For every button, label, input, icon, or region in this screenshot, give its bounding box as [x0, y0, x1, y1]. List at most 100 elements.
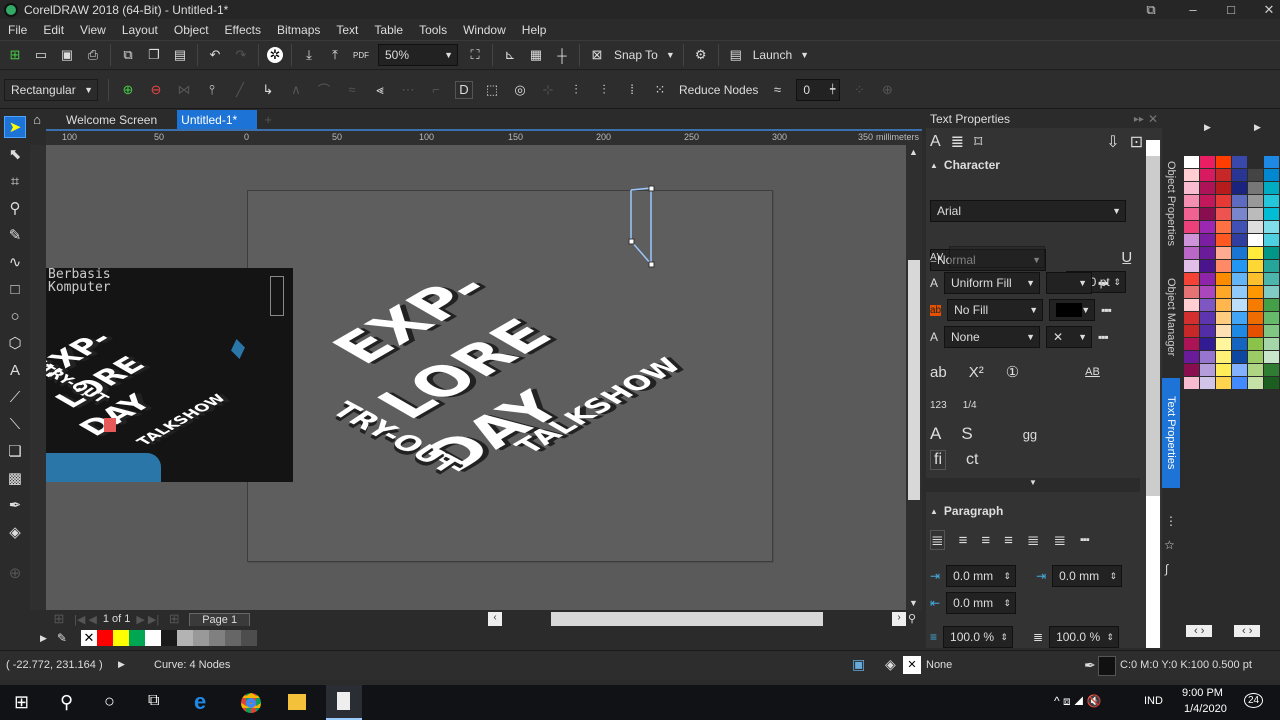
color-swatch[interactable]: [1216, 260, 1231, 272]
color-swatch[interactable]: [1184, 221, 1199, 233]
color-swatch[interactable]: [1184, 312, 1199, 324]
menu-tools[interactable]: Tools: [411, 23, 455, 37]
paragraph-section-header[interactable]: ▲ Paragraph: [930, 504, 1144, 518]
menu-edit[interactable]: Edit: [35, 23, 72, 37]
color-swatch[interactable]: [1264, 182, 1279, 194]
outline-color-swatch[interactable]: [1098, 656, 1116, 676]
vertical-ruler[interactable]: [30, 145, 46, 610]
frame-tab-icon[interactable]: ⌑: [974, 132, 982, 152]
color-swatch[interactable]: [96, 630, 113, 646]
color-swatch[interactable]: [1264, 338, 1279, 350]
palette-scroll-icon[interactable]: ‹ ›: [1234, 625, 1261, 637]
color-swatch[interactable]: [144, 630, 161, 646]
color-swatch[interactable]: [1216, 299, 1231, 311]
color-swatch[interactable]: [1232, 299, 1247, 311]
status-flyout-icon[interactable]: ▶: [118, 659, 125, 670]
scroll-right-icon[interactable]: ›: [892, 612, 906, 626]
color-swatch[interactable]: [1200, 351, 1215, 363]
eyedropper-icon[interactable]: ✎: [57, 631, 67, 645]
transparency-tool-icon[interactable]: ▩: [4, 467, 26, 489]
char-spacing-input[interactable]: 100.0 % ⇕: [1049, 626, 1120, 648]
horizontal-ruler[interactable]: 100 50 0 50 100 150 200 250 300 350 mill…: [46, 129, 922, 145]
color-swatch[interactable]: [1248, 182, 1263, 194]
ellipse-tool-icon[interactable]: ○: [4, 305, 26, 327]
color-swatch[interactable]: [1200, 338, 1215, 350]
color-swatch[interactable]: [1248, 312, 1263, 324]
launch-button[interactable]: Launch: [753, 48, 792, 62]
color-swatch[interactable]: [1216, 221, 1231, 233]
background-fill-type[interactable]: No Fill ▼: [947, 299, 1044, 321]
tab-object-properties[interactable]: Object Properties: [1162, 148, 1180, 258]
ligature-fi-icon[interactable]: fi: [930, 450, 946, 470]
font-list[interactable]: Arial ▼: [930, 200, 1126, 222]
select-all-nodes-icon[interactable]: ⁙: [651, 81, 669, 99]
tray-icons[interactable]: ^ ⧈ ◢ 🔇: [1054, 694, 1102, 709]
color-swatch[interactable]: [1216, 208, 1231, 220]
print-icon[interactable]: ⎙: [84, 46, 102, 64]
show-guidelines-icon[interactable]: ┼: [553, 46, 571, 64]
expand-more-icon[interactable]: ▼: [926, 478, 1140, 492]
smooth-node-icon[interactable]: ⌒: [315, 81, 333, 99]
color-swatch[interactable]: [1216, 325, 1231, 337]
task-view-icon[interactable]: ⧉: [148, 692, 159, 710]
home-icon[interactable]: ⌂: [30, 111, 44, 129]
color-swatch[interactable]: [1184, 234, 1199, 246]
no-alignment-icon[interactable]: ≣: [930, 530, 945, 550]
color-swatch[interactable]: [1264, 377, 1279, 389]
color-swatch[interactable]: [1264, 169, 1279, 181]
clock-date[interactable]: 1/4/2020: [1184, 703, 1227, 715]
line-spacing-input[interactable]: 100.0 % ⇕: [943, 626, 1014, 648]
tab-welcome-screen[interactable]: Welcome Screen: [46, 110, 175, 129]
color-swatch[interactable]: [1200, 247, 1215, 259]
color-swatch[interactable]: [1232, 364, 1247, 376]
color-swatch[interactable]: [1232, 351, 1247, 363]
eyedropper-tool-icon[interactable]: ✒: [4, 494, 26, 516]
color-swatch[interactable]: [1200, 364, 1215, 376]
color-swatch[interactable]: [1184, 377, 1199, 389]
menu-layout[interactable]: Layout: [114, 23, 166, 37]
paste-icon[interactable]: ▤: [171, 46, 189, 64]
zoom-magnifier-icon[interactable]: ⚲: [908, 612, 916, 625]
parallel-dimension-tool-icon[interactable]: ⟋: [4, 386, 26, 408]
color-swatch[interactable]: [1232, 247, 1247, 259]
break-curve-icon[interactable]: ⫯: [203, 81, 221, 99]
kerning-input[interactable]: [949, 246, 1046, 268]
color-swatch[interactable]: [240, 630, 257, 646]
color-swatch[interactable]: [176, 630, 193, 646]
page-tab[interactable]: Page 1: [189, 612, 251, 626]
elastic-mode-icon[interactable]: ⁞: [623, 81, 641, 99]
color-swatch[interactable]: [1200, 195, 1215, 207]
color-swatch[interactable]: [1264, 273, 1279, 285]
color-swatch[interactable]: [1248, 364, 1263, 376]
corel-connect-icon[interactable]: ✲: [267, 47, 283, 63]
color-swatch[interactable]: [1232, 325, 1247, 337]
palette-scroll-up-icon[interactable]: ▶: [1254, 122, 1261, 133]
copy-icon[interactable]: ❐: [145, 46, 163, 64]
undo-icon[interactable]: ↶: [206, 46, 224, 64]
color-swatch[interactable]: [1216, 377, 1231, 389]
quick-customize-icon[interactable]: ⊕: [878, 81, 896, 99]
color-swatch[interactable]: [1248, 338, 1263, 350]
search-icon[interactable]: ⚲: [60, 692, 73, 713]
color-swatch[interactable]: [1264, 195, 1279, 207]
no-color-swatch[interactable]: ✕: [80, 630, 97, 646]
drawing-canvas[interactable]: EXP- LORE DAY TRY-OUT TALKSHOW Berbasis …: [46, 145, 906, 610]
superscript-icon[interactable]: X²: [969, 364, 984, 381]
menu-window[interactable]: Window: [455, 23, 514, 37]
color-swatch[interactable]: [1248, 351, 1263, 363]
symmetrical-node-icon[interactable]: ≈: [343, 81, 361, 99]
palette-flyout-icon[interactable]: ▶: [40, 633, 47, 644]
stylistic-s-icon[interactable]: S: [961, 424, 972, 444]
color-swatch[interactable]: [1264, 221, 1279, 233]
color-swatch[interactable]: [1232, 156, 1247, 168]
first-page-icon[interactable]: |◀ ◀: [74, 613, 97, 626]
right-indent-input[interactable]: 0.0 mm ⇕: [946, 592, 1017, 614]
color-swatch[interactable]: [1184, 208, 1199, 220]
character-section-header[interactable]: ▲ Character: [930, 158, 1144, 172]
color-swatch[interactable]: [1264, 234, 1279, 246]
color-swatch[interactable]: [1248, 325, 1263, 337]
color-swatch[interactable]: [1232, 286, 1247, 298]
publish-pdf-icon[interactable]: PDF: [352, 46, 370, 64]
align-center-icon[interactable]: ≡: [981, 532, 990, 549]
color-swatch[interactable]: [1232, 234, 1247, 246]
